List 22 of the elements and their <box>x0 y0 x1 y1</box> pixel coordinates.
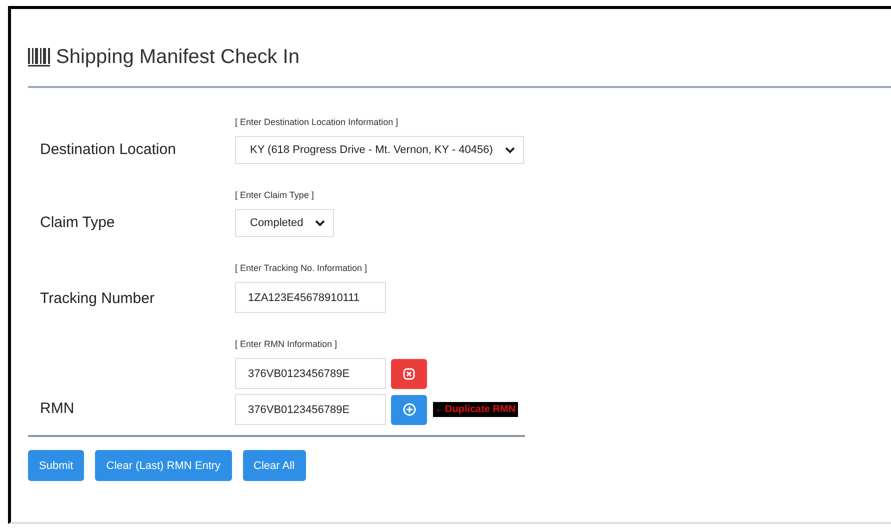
field-label: Destination Location <box>40 141 176 158</box>
field-hint: [ Enter Destination Location Information ] <box>235 117 400 127</box>
page-title: Shipping Manifest Check In <box>56 46 300 68</box>
field-label: Tracking Number <box>40 290 154 307</box>
add-button[interactable] <box>391 394 427 424</box>
plus-circle-icon <box>402 403 416 416</box>
field-label: RMN <box>40 400 74 417</box>
dropdown[interactable]: Completed <box>235 209 334 237</box>
barcode-icon <box>28 46 52 68</box>
chevron-icon <box>315 220 326 226</box>
field-hint: [ Enter Tracking No. Information ] <box>235 263 368 273</box>
chevron-icon <box>504 146 515 154</box>
dropdown[interactable]: KY (618 Progress Drive - Mt. Vernon, KY - 40456) <box>235 136 524 164</box>
input-field[interactable]: 1ZA123E45678910111 <box>235 282 386 313</box>
field-label: Claim Type <box>40 214 115 231</box>
input-field[interactable]: 376VB0123456789E <box>235 358 386 389</box>
field-hint: [ Enter RMN Information ] <box>235 339 338 349</box>
close-icon <box>403 368 415 380</box>
remove-button[interactable] <box>391 358 427 388</box>
field-hint: [ Enter Claim Type ] <box>235 190 315 200</box>
input-field[interactable]: 376VB0123456789E <box>235 394 386 425</box>
error-message: ←Duplicate RMN <box>433 402 518 417</box>
